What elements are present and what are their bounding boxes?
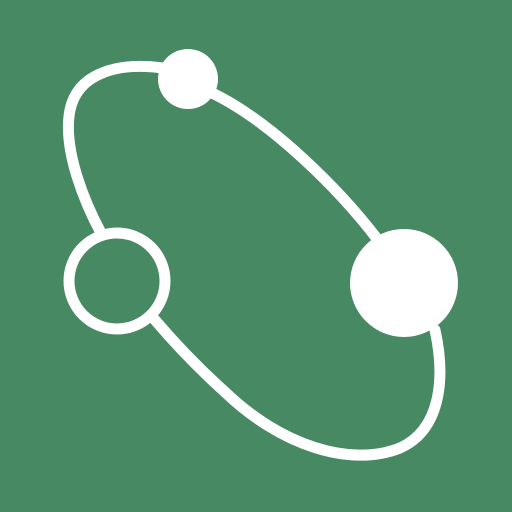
orbit-nodes-icon	[0, 0, 512, 512]
top-node	[158, 49, 218, 109]
large-node	[350, 229, 458, 337]
